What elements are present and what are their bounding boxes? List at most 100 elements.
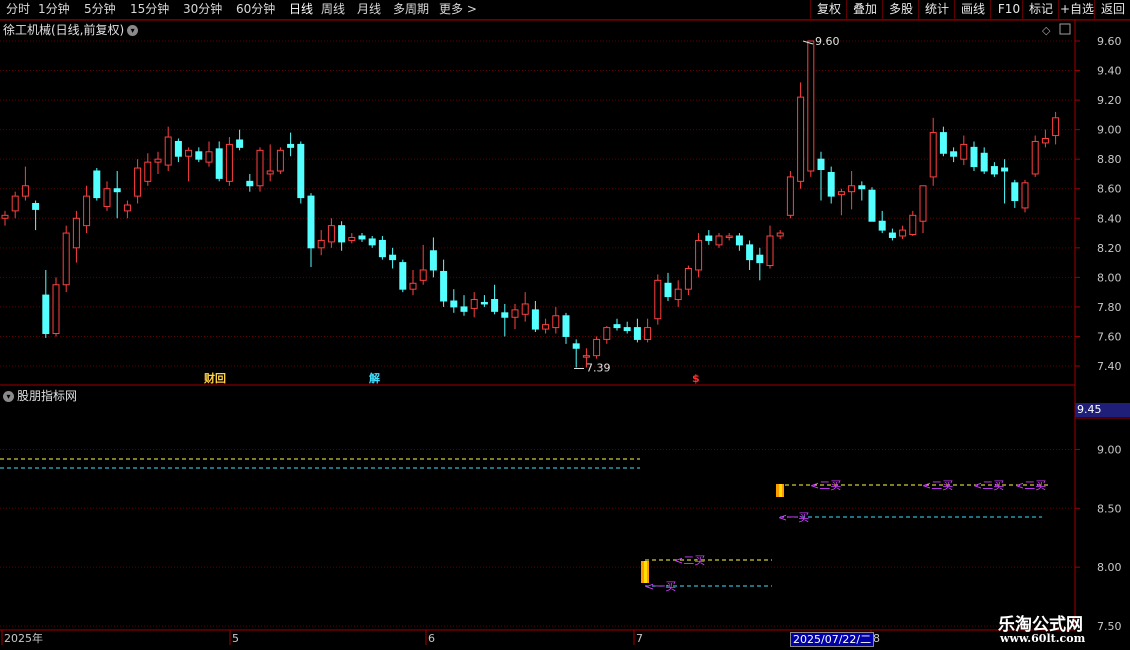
candle-down (950, 151, 958, 157)
diamond-icon: ◇ (1042, 24, 1051, 37)
candle-up (593, 338, 601, 357)
y-tick-label: 8.20 (1097, 242, 1122, 255)
candle-up (276, 149, 284, 172)
candle-up (725, 235, 733, 238)
candle-up (348, 236, 356, 241)
candle-up (797, 96, 805, 182)
candle-down (1011, 182, 1019, 202)
buy-signal-label: <二买 (810, 479, 841, 492)
candle-down (746, 244, 754, 261)
candle-down (491, 299, 499, 312)
candle-down (756, 254, 764, 264)
candle-down (440, 270, 448, 302)
candle-down (287, 143, 295, 148)
candle-up (919, 185, 927, 222)
candle-up (134, 167, 142, 197)
sub-y-tick-label: 8.50 (1097, 502, 1122, 515)
sub-y-tick-label: 8.00 (1097, 561, 1122, 574)
y-tick-label: 9.40 (1097, 65, 1122, 78)
candle-down (827, 171, 835, 197)
candle-up (786, 176, 794, 216)
current-value-badge: 9.45 (1075, 403, 1130, 417)
kline-chart[interactable]: 9.60 9.40 9.20 9.00 8.80 8.60 8.40 8.20 8.00 7.80… (0, 0, 1130, 650)
y-tick-label: 9.60 (1097, 35, 1122, 48)
y-tick-label: 9.20 (1097, 94, 1122, 107)
candle-down (378, 239, 386, 258)
event-marker-0: 财回 (203, 371, 226, 385)
candle-down (664, 282, 672, 298)
candle-up (766, 235, 774, 267)
candle-down (480, 301, 488, 305)
y-tick-label: 8.80 (1097, 153, 1122, 166)
candle-up (21, 185, 29, 197)
candle-down (562, 315, 570, 337)
candle-down (888, 232, 896, 238)
candle-down (572, 343, 580, 349)
candle-up (185, 149, 193, 157)
signal-bar-core (779, 484, 782, 497)
candle-down (531, 309, 539, 330)
candle-down (246, 180, 254, 187)
candle-up (164, 136, 172, 166)
candle-up (521, 303, 529, 315)
cursor-date: 2025/07/22/二 (790, 632, 875, 647)
candle-up (1041, 138, 1049, 144)
sub-y-tick-label: 7.50 (1097, 620, 1122, 633)
candle-up (327, 225, 335, 243)
candle-up (1031, 140, 1039, 175)
candle-down (297, 143, 305, 199)
candle-down (399, 262, 407, 290)
candle-up (62, 232, 70, 286)
candle-up (542, 324, 550, 330)
candle-up (837, 191, 845, 196)
candle-down (450, 300, 458, 308)
candle-up (1052, 117, 1060, 137)
candle-up (154, 158, 162, 163)
candle-up (205, 151, 213, 163)
candle-down (623, 327, 631, 332)
candle-down (705, 235, 713, 241)
candle-up (654, 279, 662, 320)
candle-up (848, 185, 856, 193)
candle-up (899, 229, 907, 237)
candle-up (225, 143, 233, 182)
y-tick-label: 9.00 (1097, 124, 1122, 137)
buy-signal-label: <二买 (973, 479, 1004, 492)
candle-down (633, 327, 641, 340)
candle-down (307, 195, 315, 249)
candle-down (174, 140, 182, 157)
buy-signal-label: <二买 (1015, 479, 1046, 492)
candle-up (470, 299, 478, 309)
candle-down (980, 152, 988, 172)
candle-up (1, 214, 9, 219)
sub-y-tick-label: 9.00 (1097, 443, 1122, 456)
candle-up (409, 282, 417, 290)
high-label: 9.60 (815, 35, 840, 48)
candle-down (42, 294, 50, 335)
candle-down (613, 324, 621, 329)
candle-down (195, 151, 203, 160)
y-tick-label: 8.00 (1097, 271, 1122, 284)
candle-up (909, 214, 917, 236)
candle-up (644, 327, 652, 340)
candle-down (990, 166, 998, 175)
candle-up (674, 288, 682, 301)
candle-up (256, 149, 264, 187)
y-tick-label: 7.60 (1097, 330, 1122, 343)
candle-up (715, 235, 723, 246)
x-axis-label: 7 (636, 632, 643, 645)
candle-up (807, 40, 815, 172)
candle-down (113, 188, 121, 193)
candle-up (52, 284, 60, 334)
candle-down (939, 132, 947, 154)
candle-down (338, 225, 346, 243)
x-axis-label: 2025年 (4, 631, 43, 645)
candle-down (32, 203, 40, 210)
candle-down (236, 139, 244, 148)
candle-up (929, 132, 937, 178)
candle-down (429, 250, 437, 271)
event-marker-2: $ (692, 372, 700, 385)
candle-up (83, 195, 91, 227)
watermark-url: www.60lt.com (1000, 632, 1086, 645)
candle-up (511, 309, 519, 318)
